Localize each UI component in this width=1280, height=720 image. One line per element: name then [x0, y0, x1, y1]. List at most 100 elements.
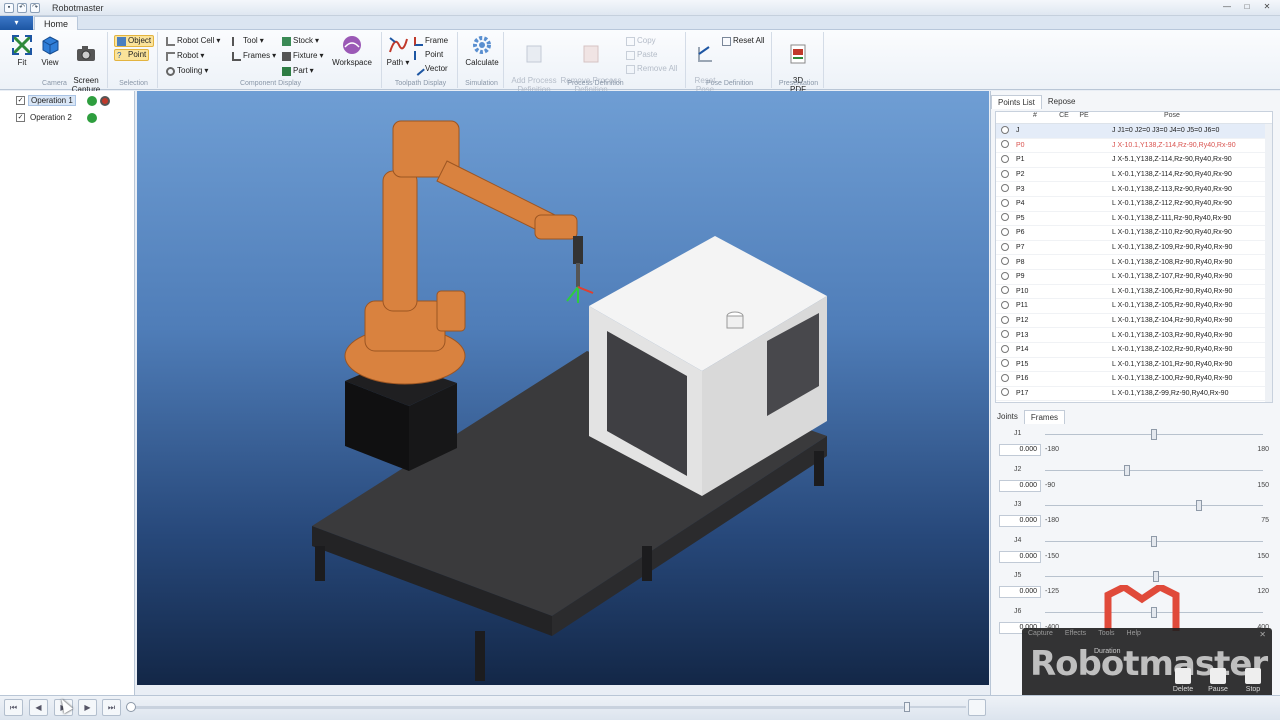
- operation-2-label[interactable]: Operation 2: [28, 113, 74, 122]
- row-radio[interactable]: [1001, 271, 1009, 280]
- speed-slider-thumb[interactable]: [904, 702, 910, 712]
- tab-frames[interactable]: Frames: [1023, 410, 1066, 424]
- playback-slider[interactable]: [126, 702, 904, 712]
- joint-slider-thumb[interactable]: [1153, 571, 1160, 582]
- joint-value-input[interactable]: 0.000: [999, 444, 1041, 456]
- row-radio[interactable]: [1001, 125, 1009, 134]
- row-radio[interactable]: [1001, 373, 1009, 382]
- maximize-icon[interactable]: □: [1238, 1, 1256, 13]
- joint-value-input[interactable]: 0.000: [999, 550, 1041, 563]
- minimize-icon[interactable]: —: [1218, 1, 1236, 13]
- row-radio[interactable]: [1001, 154, 1009, 163]
- recorder-menu-help[interactable]: Help: [1127, 630, 1141, 637]
- table-row[interactable]: P0 J X-10.1,Y138,Z-114,Rz-90,Ry40,Rx-90: [996, 139, 1272, 154]
- row-radio[interactable]: [1001, 184, 1009, 193]
- joint-slider[interactable]: [1045, 464, 1263, 476]
- joint-slider-thumb[interactable]: [1123, 464, 1130, 476]
- joint-slider[interactable]: [1045, 500, 1263, 511]
- tree-item-operation-1[interactable]: ✓ Operation 1: [16, 94, 110, 107]
- skip-start-icon[interactable]: ⏮: [4, 699, 23, 716]
- tooling-button[interactable]: Tooling ▾: [166, 65, 208, 77]
- table-row[interactable]: P4 L X-0.1,Y138,Z-112,Rz-90,Ry40,Rx-90: [996, 197, 1272, 212]
- app-menu-button[interactable]: ▾: [0, 16, 33, 30]
- row-radio[interactable]: [1001, 344, 1009, 353]
- recorder-stop-button[interactable]: Stop: [1240, 668, 1266, 693]
- joint-value-input[interactable]: 0.000: [999, 586, 1041, 598]
- table-row[interactable]: P16 L X-0.1,Y138,Z-100,Rz-90,Ry40,Rx-90: [996, 372, 1272, 387]
- tab-home[interactable]: Home: [34, 16, 79, 31]
- table-row[interactable]: P17 L X-0.1,Y138,Z-99,Rz-90,Ry40,Rx-90: [996, 387, 1272, 402]
- calculate-button[interactable]: Calculate: [462, 34, 502, 67]
- joint-value-input[interactable]: 0.000: [999, 515, 1041, 527]
- robot-cell-button[interactable]: Robot Cell ▾: [166, 35, 220, 47]
- operation-1-checkbox[interactable]: ✓: [16, 96, 25, 105]
- row-radio[interactable]: [1001, 140, 1009, 149]
- table-row[interactable]: P9 L X-0.1,Y138,Z-107,Rz-90,Ry40,Rx-90: [996, 270, 1272, 285]
- row-radio[interactable]: [1001, 169, 1009, 178]
- operation-1-label[interactable]: Operation 1: [28, 95, 76, 106]
- paste-button[interactable]: Paste: [626, 49, 657, 61]
- redo-icon[interactable]: ↷: [30, 2, 40, 13]
- step-forward-icon[interactable]: ▶: [78, 699, 97, 716]
- table-row[interactable]: P13 L X-0.1,Y138,Z-103,Rz-90,Ry40,Rx-90: [996, 328, 1272, 343]
- row-radio[interactable]: [1001, 286, 1009, 295]
- fixture-button[interactable]: Fixture ▾: [282, 50, 323, 62]
- table-row[interactable]: P15 L X-0.1,Y138,Z-101,Rz-90,Ry40,Rx-90: [996, 358, 1272, 373]
- table-row[interactable]: P8 L X-0.1,Y138,Z-108,Rz-90,Ry40,Rx-90: [996, 255, 1272, 270]
- row-radio[interactable]: [1001, 300, 1009, 309]
- skip-end-icon[interactable]: ⏭: [102, 699, 121, 716]
- joint-slider-thumb[interactable]: [1151, 429, 1157, 440]
- row-radio[interactable]: [1001, 242, 1009, 251]
- stock-button[interactable]: Stock ▾: [282, 35, 319, 47]
- table-row[interactable]: P5 L X-0.1,Y138,Z-111,Rz-90,Ry40,Rx-90: [996, 212, 1272, 227]
- view-button[interactable]: View: [32, 34, 68, 67]
- copy-button[interactable]: Copy: [626, 35, 656, 47]
- remove-all-process-button[interactable]: Remove All: [626, 63, 677, 75]
- recorder-pause-button[interactable]: Pause: [1205, 668, 1231, 693]
- tab-points-list[interactable]: Points List: [991, 95, 1042, 109]
- row-radio[interactable]: [1001, 257, 1009, 266]
- playback-slider-thumb[interactable]: [126, 702, 136, 712]
- tab-repose[interactable]: Repose: [1042, 95, 1082, 109]
- joint-slider[interactable]: [1045, 429, 1263, 440]
- tool-button[interactable]: Tool ▾: [232, 35, 264, 47]
- part-button[interactable]: Part ▾: [282, 65, 314, 77]
- recorder-close-icon[interactable]: ✕: [1259, 630, 1266, 639]
- joint-slider[interactable]: [1045, 535, 1263, 547]
- workspace-button[interactable]: Workspace: [330, 34, 374, 67]
- row-radio[interactable]: [1001, 315, 1009, 324]
- row-radio[interactable]: [1001, 359, 1009, 368]
- table-row[interactable]: P2 L X-0.1,Y138,Z-114,Rz-90,Ry40,Rx-90: [996, 168, 1272, 183]
- vector-button[interactable]: Vector: [412, 62, 448, 76]
- row-radio[interactable]: [1001, 388, 1009, 397]
- row-radio[interactable]: [1001, 227, 1009, 236]
- table-row[interactable]: P14 L X-0.1,Y138,Z-102,Rz-90,Ry40,Rx-90: [996, 343, 1272, 358]
- select-point-button[interactable]: ? Point: [114, 49, 150, 61]
- recorder-menu-capture[interactable]: Capture: [1028, 630, 1053, 637]
- table-row[interactable]: J J J1=0 J2=0 J3=0 J4=0 J5=0 J6=0: [996, 124, 1272, 139]
- reset-all-button[interactable]: Reset All: [722, 35, 765, 47]
- tab-joints[interactable]: Joints: [991, 410, 1024, 424]
- 3d-viewport[interactable]: [137, 91, 989, 685]
- table-row[interactable]: P6 L X-0.1,Y138,Z-110,Rz-90,Ry40,Rx-90: [996, 226, 1272, 241]
- frames-button[interactable]: Frames ▾: [232, 50, 276, 62]
- joint-slider-thumb[interactable]: [1151, 535, 1157, 547]
- recorder-menu-tools[interactable]: Tools: [1098, 630, 1114, 637]
- path-button[interactable]: Path ▾: [384, 34, 412, 67]
- table-row[interactable]: P3 L X-0.1,Y138,Z-113,Rz-90,Ry40,Rx-90: [996, 182, 1272, 197]
- recorder-delete-button[interactable]: Delete: [1170, 668, 1196, 693]
- operation-2-checkbox[interactable]: ✓: [16, 113, 25, 122]
- joint-value-input[interactable]: 0.000: [999, 479, 1041, 492]
- table-row[interactable]: P12 L X-0.1,Y138,Z-104,Rz-90,Ry40,Rx-90: [996, 314, 1272, 329]
- save-icon[interactable]: ▪: [4, 2, 14, 13]
- joint-slider-thumb[interactable]: [1195, 500, 1202, 511]
- select-object-button[interactable]: Object: [114, 35, 155, 47]
- table-row[interactable]: P10 L X-0.1,Y138,Z-106,Rz-90,Ry40,Rx-90: [996, 285, 1272, 300]
- points-scrollbar[interactable]: [1265, 124, 1272, 402]
- table-row[interactable]: P7 L X-0.1,Y138,Z-109,Rz-90,Ry40,Rx-90: [996, 241, 1272, 256]
- close-icon[interactable]: ✕: [1258, 1, 1276, 13]
- step-back-icon[interactable]: ◀: [29, 699, 48, 716]
- undo-icon[interactable]: ↶: [17, 2, 27, 13]
- table-row[interactable]: P1 J X-5.1,Y138,Z-114,Rz-90,Ry40,Rx-90: [996, 153, 1272, 168]
- frame-button[interactable]: Frame: [414, 35, 448, 47]
